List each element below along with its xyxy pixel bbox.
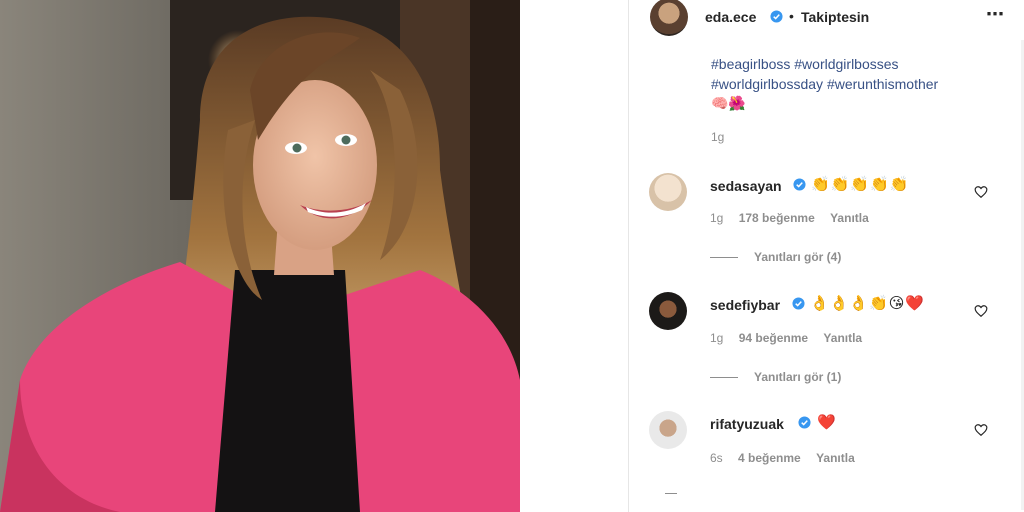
comment-username[interactable]: sedasayan bbox=[710, 178, 782, 194]
reply-button[interactable]: Yanıtla bbox=[816, 451, 855, 465]
comment-time[interactable]: 1g bbox=[710, 331, 723, 345]
hashtag-line[interactable]: #beagirlboss #worldgirlbosses bbox=[711, 54, 1011, 74]
view-replies-label: Yanıtları gör (4) bbox=[754, 250, 842, 264]
reply-button[interactable]: Yanıtla bbox=[830, 211, 869, 225]
comment-likes[interactable]: 4 beğenme bbox=[738, 451, 801, 465]
comment-text: ❤️ bbox=[817, 414, 837, 431]
reply-button[interactable]: Yanıtla bbox=[823, 331, 862, 345]
next-comment-divider bbox=[665, 493, 677, 494]
verified-badge-icon bbox=[792, 297, 805, 310]
view-replies-label: Yanıtları gör (1) bbox=[754, 370, 842, 384]
author-username[interactable]: eda.ece bbox=[705, 9, 756, 25]
hashtag-line[interactable]: #worldgirlbossday #werunthismother bbox=[711, 74, 1011, 94]
comment-meta: 6s 4 beğenme Yanıtla bbox=[710, 451, 855, 465]
view-replies-button[interactable]: Yanıtları gör (4) bbox=[710, 250, 841, 264]
verified-badge-icon bbox=[793, 178, 806, 191]
commenter-avatar[interactable] bbox=[649, 292, 687, 330]
like-comment-heart-icon[interactable] bbox=[974, 185, 988, 199]
comment-username[interactable]: sedefiybar bbox=[710, 297, 780, 313]
replies-divider-line bbox=[710, 257, 738, 259]
comment-meta: 1g 94 beğenme Yanıtla bbox=[710, 331, 862, 345]
replies-divider-line bbox=[710, 377, 738, 379]
post-photo[interactable] bbox=[0, 0, 520, 512]
comment-time[interactable]: 1g bbox=[710, 211, 723, 225]
page-gap bbox=[520, 0, 628, 512]
verified-badge-icon bbox=[770, 10, 783, 23]
comment-text: 👏👏👏👏👏 bbox=[811, 176, 910, 193]
commenter-avatar[interactable] bbox=[649, 173, 687, 211]
comment-likes[interactable]: 94 beğenme bbox=[739, 331, 808, 345]
caption-time[interactable]: 1g bbox=[711, 130, 724, 144]
follow-status[interactable]: Takiptesin bbox=[801, 9, 869, 25]
comment-likes[interactable]: 178 beğenme bbox=[739, 211, 815, 225]
caption-hashtags: #beagirlboss #worldgirlbosses #worldgirl… bbox=[711, 54, 1011, 94]
like-comment-heart-icon[interactable] bbox=[974, 304, 988, 318]
author-avatar[interactable] bbox=[650, 0, 688, 36]
post-image bbox=[0, 0, 520, 512]
post-header: eda.ece • Takiptesin ⋯ bbox=[629, 0, 1024, 40]
commenter-avatar[interactable] bbox=[649, 411, 687, 449]
like-comment-heart-icon[interactable] bbox=[974, 423, 988, 437]
post-side-panel: eda.ece • Takiptesin ⋯ #beagirlboss #wor… bbox=[628, 0, 1024, 512]
comment-username[interactable]: rifatyuzuak bbox=[710, 416, 784, 432]
caption-emojis: 🧠🌺 bbox=[711, 95, 746, 111]
header-dot-separator: • bbox=[789, 8, 794, 24]
comment-time[interactable]: 6s bbox=[710, 451, 723, 465]
comment-text: 👌👌👌👏😘❤️ bbox=[810, 295, 926, 312]
verified-badge-icon bbox=[798, 416, 811, 429]
more-options-icon[interactable]: ⋯ bbox=[986, 4, 1005, 25]
comment-meta: 1g 178 beğenme Yanıtla bbox=[710, 211, 869, 225]
view-replies-button[interactable]: Yanıtları gör (1) bbox=[710, 370, 841, 384]
